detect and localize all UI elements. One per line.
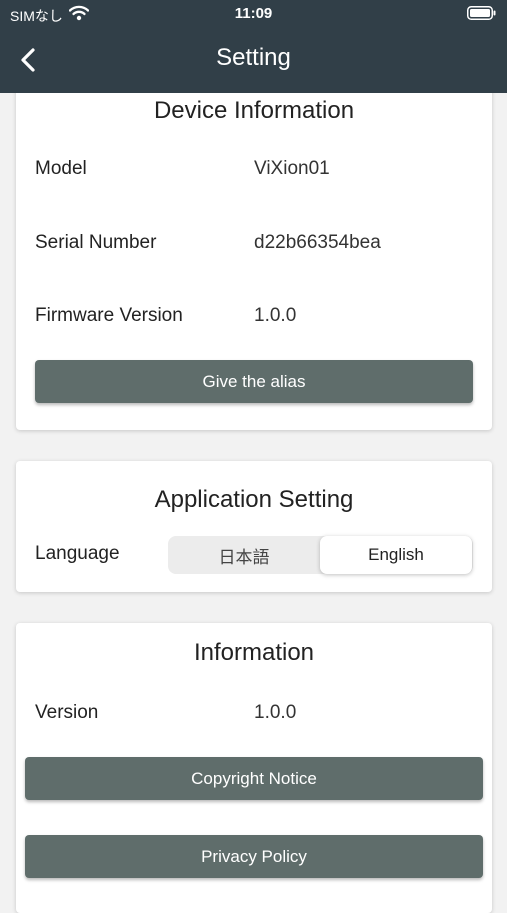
language-option-japanese[interactable]: 日本語 bbox=[168, 536, 320, 574]
status-time: 11:09 bbox=[234, 5, 273, 22]
model-label: Model bbox=[35, 158, 87, 179]
version-label: Version bbox=[35, 702, 99, 723]
navigation-header: SIMなし 11:09 Setting bbox=[0, 0, 507, 93]
device-information-title: Device Information bbox=[153, 97, 355, 124]
firmware-version-label: Firmware Version bbox=[35, 305, 183, 326]
copyright-notice-button[interactable]: Copyright Notice bbox=[25, 757, 483, 800]
serial-number-label: Serial Number bbox=[35, 232, 157, 253]
language-segmented-control: 日本語 English bbox=[168, 536, 473, 574]
information-card: Information Version 1.0.0 Copyright Noti… bbox=[16, 623, 492, 913]
language-option-english[interactable]: English bbox=[320, 536, 472, 574]
language-label: Language bbox=[35, 543, 120, 564]
device-information-card: Device Information Model ViXion01 Serial… bbox=[16, 60, 492, 430]
version-value: 1.0.0 bbox=[254, 702, 297, 723]
battery-icon bbox=[467, 6, 497, 25]
application-setting-card: Application Setting Language 日本語 English bbox=[16, 461, 492, 592]
serial-number-value: d22b66354bea bbox=[254, 232, 381, 253]
application-setting-title: Application Setting bbox=[154, 486, 354, 513]
privacy-policy-button[interactable]: Privacy Policy bbox=[25, 835, 483, 878]
firmware-version-value: 1.0.0 bbox=[254, 305, 297, 326]
give-alias-button[interactable]: Give the alias bbox=[35, 360, 473, 403]
page-title: Setting bbox=[216, 44, 291, 71]
information-title: Information bbox=[193, 639, 315, 666]
model-value: ViXion01 bbox=[254, 158, 330, 179]
status-bar: SIMなし 11:09 bbox=[0, 0, 507, 28]
